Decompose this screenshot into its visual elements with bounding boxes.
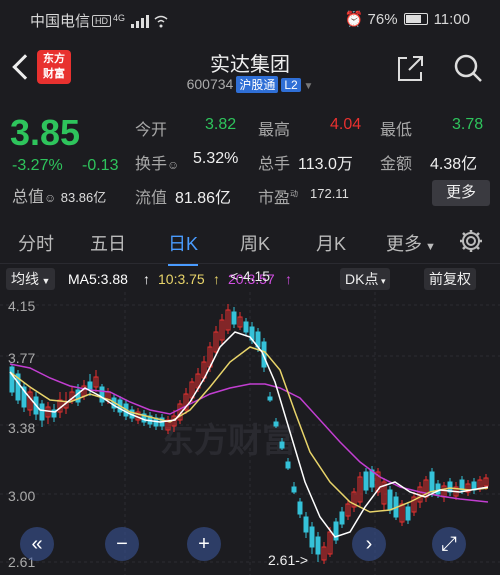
candle-body bbox=[9, 366, 15, 393]
candle-body bbox=[39, 403, 45, 421]
ma5-value: MA5:3.88 bbox=[68, 271, 128, 287]
candle-body bbox=[273, 421, 279, 427]
arrow-up-icon: ↑ bbox=[143, 271, 150, 287]
battery-percent: 76% bbox=[367, 11, 398, 28]
more-button[interactable]: 更多 bbox=[432, 180, 490, 206]
volume-value: 113.0万 bbox=[298, 156, 353, 173]
float-label: 流值 bbox=[135, 190, 168, 207]
pe-label: 市盈 bbox=[258, 190, 291, 207]
zoom-out-button[interactable]: − bbox=[105, 527, 139, 561]
low-value: 3.78 bbox=[452, 116, 484, 133]
tab-five-day[interactable]: 五日 bbox=[90, 230, 126, 256]
turnover-value: 5.32% bbox=[193, 150, 239, 167]
candle-body bbox=[99, 386, 105, 403]
candle-body bbox=[435, 483, 441, 495]
y-label: 3.77 bbox=[8, 350, 36, 366]
status-bar: 中国电信 HD 4G ⏰ 76% 11:00 bbox=[0, 0, 500, 38]
header: 东方 财富 实达集团 600734 沪股通 L2 ▼ bbox=[0, 38, 500, 98]
alarm-icon: ⏰ bbox=[344, 11, 364, 28]
candle-body bbox=[429, 471, 435, 493]
signal-icon bbox=[131, 15, 168, 29]
clock: 11:00 bbox=[433, 11, 470, 28]
carrier: 中国电信 bbox=[30, 13, 91, 30]
candle-body bbox=[87, 381, 93, 391]
stock-code: 600734 bbox=[186, 76, 234, 92]
tab-intraday[interactable]: 分时 bbox=[18, 230, 54, 256]
tab-monthly-k[interactable]: 月K bbox=[316, 230, 346, 256]
high-value: 4.04 bbox=[330, 116, 362, 133]
pe-type: 动 bbox=[290, 189, 299, 199]
low-label: 最低 bbox=[380, 122, 413, 139]
info-icon: ☺ bbox=[167, 158, 180, 172]
y-label: 3.38 bbox=[8, 420, 36, 436]
amount-value: 4.38亿 bbox=[430, 156, 478, 173]
tab-weekly-k[interactable]: 周K bbox=[240, 230, 270, 256]
price-adjust-button[interactable]: 前复权 bbox=[424, 268, 476, 290]
change-amount: -0.13 bbox=[82, 157, 119, 174]
period-tabs: 分时 五日 日K 周K 月K 更多 ▼ bbox=[0, 220, 500, 266]
market-cap: 总值☺ 83.86亿 bbox=[12, 183, 106, 207]
caret-down-icon: ▼ bbox=[422, 241, 436, 253]
network-type: 4G bbox=[113, 13, 126, 23]
candle-body bbox=[279, 441, 285, 449]
volume-label: 总手 bbox=[258, 156, 291, 173]
gear-icon[interactable] bbox=[458, 228, 484, 254]
info-icon: ☺ bbox=[44, 191, 57, 205]
next-button[interactable]: › bbox=[352, 527, 386, 561]
status-right: ⏰ 76% 11:00 bbox=[345, 10, 470, 28]
candle-body bbox=[291, 486, 297, 493]
search-icon[interactable] bbox=[452, 52, 484, 84]
candle-body bbox=[285, 461, 291, 469]
candle-body bbox=[297, 501, 303, 515]
last-price: 3.85 bbox=[10, 112, 81, 153]
turnover-label: 换手 bbox=[135, 156, 168, 173]
fullscreen-button[interactable]: ⤢ bbox=[432, 527, 466, 561]
indicator-select[interactable]: 均线 ▼ bbox=[6, 268, 56, 290]
candle-body bbox=[243, 321, 249, 333]
stock-title: 实达集团 bbox=[210, 54, 290, 76]
open-label: 今开 bbox=[135, 122, 168, 139]
change-percent: -3.27% bbox=[12, 157, 63, 174]
arrow-up-icon: ↑ bbox=[285, 271, 292, 287]
tab-daily-k[interactable]: 日K bbox=[168, 230, 199, 266]
status-left: 中国电信 HD 4G bbox=[30, 10, 169, 31]
candle-body bbox=[405, 506, 411, 521]
caret-down-icon: ▼ bbox=[39, 276, 51, 286]
candle-body bbox=[309, 526, 315, 548]
share-icon[interactable] bbox=[395, 54, 425, 84]
low-annotation: 2.61-> bbox=[268, 552, 309, 568]
stock-subtitle: 600734 沪股通 L2 ▼ bbox=[186, 76, 314, 93]
y-label: 3.00 bbox=[8, 488, 36, 504]
open-value: 3.82 bbox=[205, 116, 237, 133]
candle-body bbox=[387, 489, 393, 511]
battery-icon bbox=[403, 13, 428, 25]
pe-value: 172.11 bbox=[310, 186, 349, 201]
candle-body bbox=[231, 311, 237, 325]
ma10-value: 10:3.75 bbox=[158, 271, 205, 287]
candle-body bbox=[339, 511, 345, 525]
hd-badge: HD bbox=[92, 15, 112, 27]
fast-backward-button[interactable]: « bbox=[20, 527, 54, 561]
candle-body bbox=[267, 396, 273, 401]
market-cap-value: 83.86亿 bbox=[60, 190, 107, 205]
hk-connect-tag: 沪股通 bbox=[236, 76, 279, 93]
candle-body bbox=[303, 516, 309, 533]
amount-label: 金额 bbox=[380, 156, 413, 173]
high-annotation: <-4.15 bbox=[230, 268, 271, 284]
level2-tag[interactable]: L2 bbox=[281, 78, 301, 92]
high-label: 最高 bbox=[258, 122, 291, 139]
tab-more[interactable]: 更多 ▼ bbox=[386, 230, 436, 256]
dk-point-button[interactable]: DK点 ▾ bbox=[340, 268, 391, 290]
arrow-up-icon: ↑ bbox=[213, 271, 220, 287]
candle-body bbox=[315, 536, 321, 555]
zoom-in-button[interactable]: + bbox=[187, 527, 221, 561]
kline-svg: 东方财富 bbox=[0, 292, 500, 575]
kline-chart[interactable]: 东方财富 4.15 3.77 3.38 3.00 2.61 <-4.15 2.6… bbox=[0, 268, 500, 575]
candle-body bbox=[363, 471, 369, 491]
float-value: 81.86亿 bbox=[175, 190, 232, 207]
quote-panel: 3.85 -3.27% -0.13 总值☺ 83.86亿 今开 3.82 最高 … bbox=[0, 108, 500, 208]
y-label-high: 4.15 bbox=[8, 298, 36, 314]
market-cap-label: 总值 bbox=[12, 189, 45, 206]
